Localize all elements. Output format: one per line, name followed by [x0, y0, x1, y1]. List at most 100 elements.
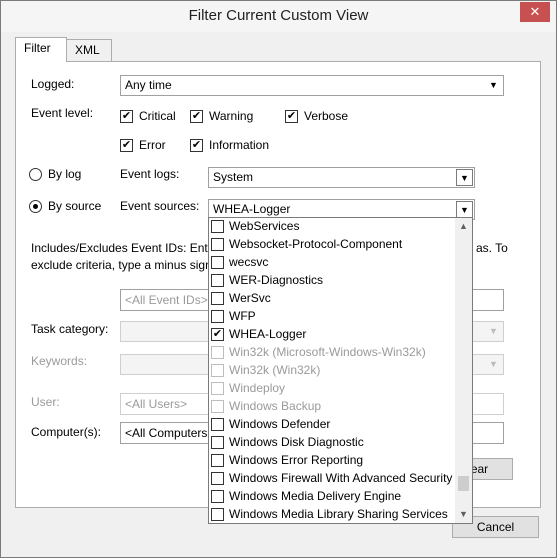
checkmark-icon: ✔	[121, 139, 132, 151]
close-icon: ✕	[529, 4, 541, 19]
by-log-label: By log	[48, 167, 82, 181]
by-source-label: By source	[48, 199, 102, 213]
source-checkbox[interactable]	[211, 490, 224, 503]
computers-label: Computer(s):	[31, 425, 102, 439]
event-ids-help-text-2: exclude criteria, type a minus sign	[31, 258, 212, 272]
verbose-checkbox[interactable]: ✔	[285, 110, 298, 123]
source-label: Websocket-Protocol-Component	[229, 237, 403, 251]
logged-label: Logged:	[31, 77, 75, 91]
list-item[interactable]: ✔ WHEA-Logger	[209, 326, 457, 344]
source-checkbox[interactable]	[211, 382, 224, 395]
event-level-label: Event level:	[31, 106, 94, 120]
scroll-thumb[interactable]	[458, 476, 469, 491]
checkmark-icon: ✔	[212, 328, 223, 340]
list-item[interactable]: Windows Backup	[209, 398, 457, 416]
source-label: Win32k (Microsoft-Windows-Win32k)	[229, 345, 426, 359]
list-item[interactable]: Windows Defender	[209, 416, 457, 434]
information-label: Information	[209, 138, 270, 152]
event-logs-label: Event logs:	[120, 167, 180, 181]
event-sources-label: Event sources:	[120, 199, 200, 213]
computers-value: <All Computers	[125, 426, 208, 440]
checkmark-icon: ✔	[191, 110, 202, 122]
by-source-radio[interactable]	[29, 200, 42, 213]
event-ids-help-text: Includes/Excludes Event IDs: Enter	[31, 241, 219, 255]
source-checkbox[interactable]	[211, 292, 224, 305]
source-label: WerSvc	[229, 291, 271, 305]
list-item[interactable]: Windows Media Delivery Engine	[209, 488, 457, 506]
source-label: Windows Backup	[229, 399, 322, 413]
window-title: Filter Current Custom View	[188, 7, 369, 24]
clear-button-label: ear	[470, 462, 489, 476]
checkmark-icon: ✔	[191, 139, 202, 151]
warning-checkbox[interactable]: ✔	[190, 110, 203, 123]
chevron-down-icon: ▼	[456, 201, 473, 218]
source-checkbox[interactable]	[211, 472, 224, 485]
by-log-radio[interactable]	[29, 168, 42, 181]
source-checkbox[interactable]	[211, 346, 224, 359]
source-checkbox[interactable]	[211, 220, 224, 233]
source-checkbox[interactable]	[211, 418, 224, 431]
information-checkbox[interactable]: ✔	[190, 139, 203, 152]
list-item[interactable]: WerSvc	[209, 290, 457, 308]
logged-value: Any time	[125, 78, 172, 92]
list-item[interactable]: Websocket-Protocol-Component	[209, 236, 457, 254]
list-item[interactable]: Windows Firewall With Advanced Security	[209, 470, 457, 488]
event-sources-dropdown-list[interactable]: ▲ ▼ WebServices Websocket-Protocol-Compon…	[208, 217, 473, 524]
source-label: Windows Disk Diagnostic	[229, 435, 364, 449]
event-sources-value: WHEA-Logger	[213, 202, 291, 216]
tab-xml[interactable]: XML	[66, 39, 112, 61]
source-label: Windeploy	[229, 381, 286, 395]
source-label: WebServices	[229, 219, 300, 233]
source-checkbox[interactable]	[211, 310, 224, 323]
chevron-down-icon: ▼	[489, 326, 498, 336]
title-bar: Filter Current Custom View ✕	[1, 1, 556, 32]
source-label: WFP	[229, 309, 256, 323]
event-logs-select[interactable]: System ▼	[208, 167, 475, 188]
source-label: Windows Firewall With Advanced Security	[229, 471, 453, 485]
source-checkbox[interactable]	[211, 436, 224, 449]
warning-label: Warning	[209, 109, 254, 123]
scroll-up-icon[interactable]: ▲	[455, 218, 472, 235]
tab-filter[interactable]: Filter	[15, 37, 67, 62]
error-label: Error	[139, 138, 166, 152]
logged-select[interactable]: Any time ▼	[120, 75, 504, 96]
list-item[interactable]: Windeploy	[209, 380, 457, 398]
user-label: User:	[31, 395, 60, 409]
close-button[interactable]: ✕	[520, 2, 550, 22]
event-ids-placeholder: <All Event IDs>	[125, 293, 208, 307]
cancel-button-label: Cancel	[476, 520, 515, 534]
critical-checkbox[interactable]: ✔	[120, 110, 133, 123]
verbose-label: Verbose	[304, 109, 349, 123]
source-checkbox[interactable]	[211, 238, 224, 251]
source-label: Win32k (Win32k)	[229, 363, 321, 377]
source-checkbox[interactable]: ✔	[211, 328, 224, 341]
source-checkbox[interactable]	[211, 400, 224, 413]
chevron-down-icon: ▼	[456, 169, 473, 186]
source-checkbox[interactable]	[211, 256, 224, 269]
source-checkbox[interactable]	[211, 364, 224, 377]
chevron-down-icon: ▼	[489, 80, 498, 90]
event-logs-value: System	[213, 170, 254, 184]
source-label: Windows Defender	[229, 417, 331, 431]
list-item[interactable]: Win32k (Win32k)	[209, 362, 457, 380]
list-item[interactable]: wecsvc	[209, 254, 457, 272]
source-label: Windows Media Library Sharing Services	[229, 507, 448, 521]
critical-label: Critical	[139, 109, 176, 123]
source-checkbox[interactable]	[211, 454, 224, 467]
source-checkbox[interactable]	[211, 274, 224, 287]
source-checkbox[interactable]	[211, 508, 224, 521]
list-item[interactable]: Windows Media Library Sharing Services	[209, 506, 457, 523]
list-item[interactable]: Win32k (Microsoft-Windows-Win32k)	[209, 344, 457, 362]
list-item[interactable]: WFP	[209, 308, 457, 326]
chevron-down-icon: ▼	[489, 359, 498, 369]
list-item[interactable]: WebServices	[209, 218, 457, 236]
list-item[interactable]: Windows Disk Diagnostic	[209, 434, 457, 452]
error-checkbox[interactable]: ✔	[120, 139, 133, 152]
dropdown-scrollbar[interactable]: ▲ ▼	[455, 218, 472, 523]
scroll-down-icon[interactable]: ▼	[455, 506, 472, 523]
user-placeholder: <All Users>	[125, 397, 188, 411]
list-item[interactable]: Windows Error Reporting	[209, 452, 457, 470]
checkmark-icon: ✔	[286, 110, 297, 122]
keywords-label: Keywords:	[31, 354, 88, 368]
list-item[interactable]: WER-Diagnostics	[209, 272, 457, 290]
